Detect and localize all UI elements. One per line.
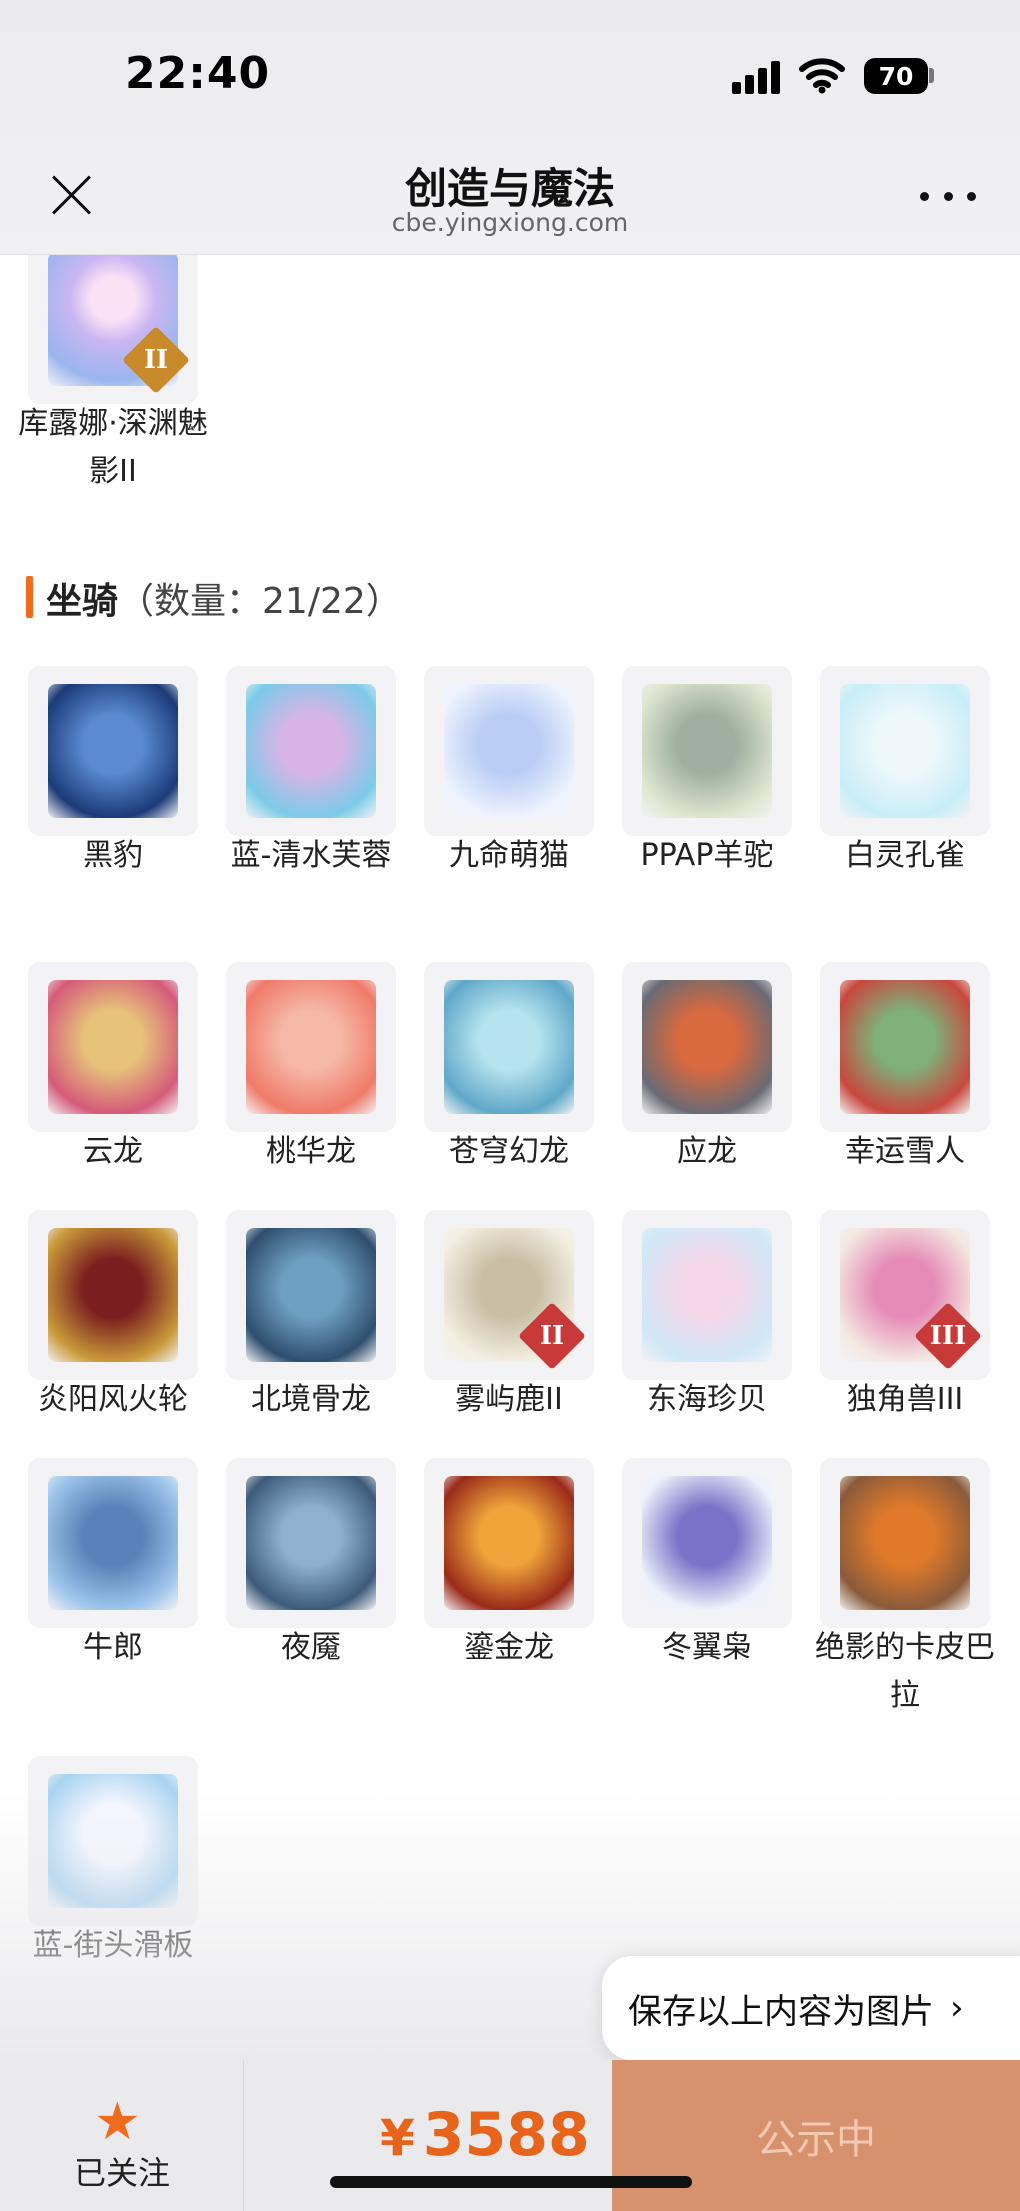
mount-tile[interactable] [820,1458,990,1628]
chevron-right-icon: › [950,1988,964,2028]
tier-badge: III [914,1302,982,1370]
mount-name: 绝影的卡皮巴拉 [815,1630,995,1713]
mount-tile[interactable] [28,1458,198,1628]
tier-badge-label: III [929,1321,967,1351]
mount-name: 幸运雪人 [845,1134,965,1169]
mount-image [444,980,574,1114]
mount-name: 云龙 [83,1134,143,1169]
tier-badge: II [122,326,190,394]
mount-image [48,684,178,818]
mount-tile[interactable] [226,1458,396,1628]
mount-tile[interactable] [28,962,198,1132]
mount-tile[interactable] [622,962,792,1132]
mount-tile[interactable] [820,962,990,1132]
bottom-bar: ★ 已关注 ¥3588 公示中 [0,2060,1020,2211]
mount-image [642,684,772,818]
mount-tile[interactable] [226,1210,396,1380]
mount-image [246,684,376,818]
price: ¥3588 [380,2100,590,2170]
mount-tile[interactable] [424,962,594,1132]
page-title: 创造与魔法 [404,164,615,213]
mount-tile[interactable] [622,1458,792,1628]
mount-tile[interactable] [226,962,396,1132]
prev-item-name: 库露娜·深渊魅影II [18,406,208,489]
currency-symbol: ¥ [380,2109,415,2167]
page-url: cbe.yingxiong.com [391,208,629,237]
mount-image [48,1228,178,1362]
mount-image [444,1476,574,1610]
mount-image [246,980,376,1114]
mount-name: 苍穹幻龙 [449,1134,569,1169]
mount-image [642,1476,772,1610]
mount-image [840,684,970,818]
mount-name: PPAP羊驼 [640,838,774,873]
mount-tile[interactable] [820,666,990,836]
mount-image [840,1476,970,1610]
mount-tile[interactable] [424,1458,594,1628]
mount-name: 冬翼枭 [662,1630,752,1665]
mount-tile[interactable] [226,666,396,836]
mount-name: 白灵孔雀 [845,838,965,873]
mount-tile[interactable] [622,666,792,836]
mount-name: 黑豹 [83,838,143,873]
mount-name: 夜魇 [281,1630,341,1665]
follow-button[interactable]: ★ 已关注 [0,2060,244,2211]
mount-name: 北境骨龙 [251,1382,371,1417]
home-indicator [330,2176,692,2188]
mount-name: 雾屿鹿II [455,1382,563,1417]
cellular-signal-icon [732,60,780,94]
mount-image [48,980,178,1114]
mount-name: 独角兽III [846,1382,964,1417]
mount-image [48,1476,178,1610]
battery-indicator: 70 [864,58,928,94]
mount-name: 九命萌猫 [449,838,569,873]
mount-image [444,684,574,818]
mount-name: 炎阳风火轮 [38,1382,188,1417]
battery-tip [929,68,934,83]
tier-badge-label: II [539,1321,565,1351]
section-header: 坐骑（数量：21/22） [46,572,402,624]
mount-image [642,980,772,1114]
wifi-icon [799,58,845,94]
more-options-icon[interactable] [920,186,976,206]
follow-label: 已关注 [73,2154,170,2192]
prev-item-tile[interactable]: II [28,234,198,404]
mount-tile[interactable] [28,666,198,836]
mount-image [246,1476,376,1610]
section-title: 坐骑 [46,581,119,622]
section-count: （数量：21/22） [118,581,402,622]
mount-image [246,1228,376,1362]
status-button[interactable]: 公示中 [612,2060,1020,2211]
mount-tile[interactable] [622,1210,792,1380]
mount-name: 牛郎 [83,1630,143,1665]
mount-image [840,980,970,1114]
top-bar: 22:40 70 创造与魔法 cbe.yingxiong.com [0,0,1020,255]
mount-name: 蓝-清水芙蓉 [230,838,392,873]
save-as-image-label: 保存以上内容为图片 [628,1991,934,2032]
section-accent-bar [26,576,33,618]
save-as-image-button[interactable]: 保存以上内容为图片 › [602,1956,1020,2060]
tier-badge: II [518,1302,586,1370]
mount-name: 鎏金龙 [464,1630,554,1665]
mount-image [642,1228,772,1362]
mount-tile[interactable] [28,1210,198,1380]
mount-name: 桃华龙 [266,1134,356,1169]
mount-tile[interactable] [424,666,594,836]
mount-tile[interactable]: III [820,1210,990,1380]
mount-name: 应龙 [677,1134,737,1169]
price-value: 3588 [422,2100,590,2170]
mount-tile[interactable]: II [424,1210,594,1380]
mount-name: 东海珍贝 [647,1382,767,1417]
star-icon: ★ [94,2092,141,2152]
status-time: 22:40 [125,48,271,99]
